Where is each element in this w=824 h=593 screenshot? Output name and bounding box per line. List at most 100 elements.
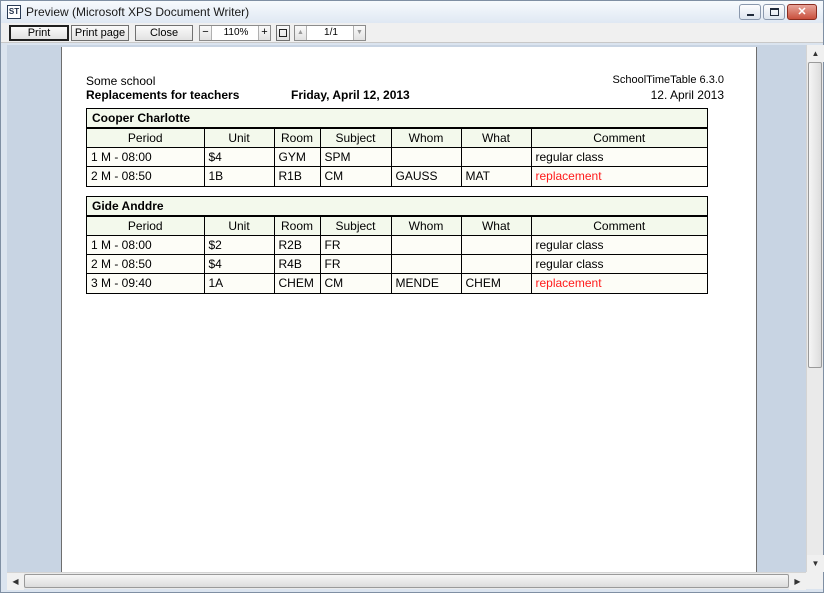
room-cell: CHEM	[273, 273, 321, 293]
teacher-block: Gide Anddre Period Unit Room Subject Who…	[86, 196, 708, 294]
column-header-whom: Whom	[390, 128, 462, 148]
subject-cell: SPM	[319, 147, 392, 167]
subject-cell: FR	[319, 254, 392, 274]
column-header-period: Period	[87, 128, 205, 148]
maximize-button[interactable]	[763, 4, 785, 20]
comment-cell: replacement	[530, 166, 707, 186]
preview-area[interactable]: Some school Replacements for teachers Fr…	[7, 45, 806, 572]
scrollbar-corner	[806, 572, 823, 589]
scroll-right-icon[interactable]: ▶	[789, 573, 806, 590]
column-header-whom: Whom	[390, 216, 462, 236]
subject-cell: FR	[319, 235, 392, 255]
zoom-value[interactable]: 110%	[213, 26, 259, 40]
subject-cell: CM	[319, 166, 392, 186]
horizontal-scroll-thumb[interactable]	[24, 574, 789, 588]
table-row: 1 M - 08:00 $4 GYM SPM regular class	[87, 147, 707, 167]
scroll-left-icon[interactable]: ◀	[7, 573, 24, 590]
column-header-room: Room	[273, 216, 321, 236]
what-cell	[460, 147, 532, 167]
preview-window: ST Preview (Microsoft XPS Document Write…	[0, 0, 824, 593]
close-icon: ✕	[797, 6, 807, 18]
unit-cell: $2	[203, 235, 275, 255]
print-date: 12. April 2013	[650, 88, 724, 102]
next-page-button[interactable]: ▼	[353, 26, 365, 40]
table-row: 2 M - 08:50 1B R1B CM GAUSS MAT replacem…	[87, 166, 707, 186]
table-header-row: Period Unit Room Subject Whom What Comme…	[87, 128, 707, 148]
room-cell: R2B	[273, 235, 321, 255]
app-icon: ST	[7, 5, 21, 19]
vertical-scroll-thumb[interactable]	[808, 62, 822, 368]
school-name: Some school	[86, 74, 156, 88]
room-cell: R4B	[273, 254, 321, 274]
unit-cell: 1A	[203, 273, 275, 293]
room-cell: GYM	[273, 147, 321, 167]
minimize-button[interactable]	[739, 4, 761, 20]
zoom-stepper[interactable]: − 110% +	[199, 25, 271, 41]
replacement-table: Period Unit Room Subject Whom What Comme…	[87, 216, 707, 293]
comment-cell: regular class	[530, 254, 707, 274]
close-button[interactable]: Close	[135, 25, 193, 41]
column-header-period: Period	[87, 216, 205, 236]
vertical-scrollbar[interactable]: ▲ ▼	[806, 45, 824, 572]
column-header-unit: Unit	[203, 128, 275, 148]
period-cell: 1 M - 08:00	[87, 147, 205, 167]
whom-cell	[390, 147, 462, 167]
teacher-name: Gide Anddre	[87, 197, 707, 216]
replacement-table: Period Unit Room Subject Whom What Comme…	[87, 128, 707, 186]
close-window-button[interactable]: ✕	[787, 4, 817, 20]
whom-cell: MENDE	[390, 273, 462, 293]
unit-cell: $4	[203, 147, 275, 167]
zoom-out-button[interactable]: −	[200, 26, 212, 40]
period-cell: 3 M - 09:40	[87, 273, 205, 293]
column-header-comment: Comment	[530, 128, 707, 148]
print-page-button[interactable]: Print page	[71, 25, 129, 41]
minimize-icon	[747, 14, 754, 16]
table-row: 2 M - 08:50 $4 R4B FR regular class	[87, 254, 707, 274]
teacher-name: Cooper Charlotte	[87, 109, 707, 128]
column-header-what: What	[460, 128, 532, 148]
column-header-what: What	[460, 216, 532, 236]
column-header-unit: Unit	[203, 216, 275, 236]
report-date: Friday, April 12, 2013	[291, 88, 410, 102]
what-cell	[460, 235, 532, 255]
report-page: Some school Replacements for teachers Fr…	[61, 47, 757, 572]
maximize-icon	[770, 8, 779, 16]
title-bar: ST Preview (Microsoft XPS Document Write…	[1, 1, 823, 23]
horizontal-scrollbar[interactable]: ◀ ▶	[7, 572, 806, 590]
report-title: Replacements for teachers	[86, 88, 240, 102]
app-version: SchoolTimeTable 6.3.0	[612, 74, 725, 86]
toolbar: Print Print page Close − 110% + ▲ 1/1 ▼	[1, 23, 823, 43]
what-cell: CHEM	[460, 273, 532, 293]
fit-page-icon	[279, 29, 287, 37]
column-header-room: Room	[273, 128, 321, 148]
fit-page-button[interactable]	[276, 25, 290, 41]
window-title: Preview (Microsoft XPS Document Writer)	[26, 5, 250, 19]
period-cell: 2 M - 08:50	[87, 254, 205, 274]
scroll-up-icon[interactable]: ▲	[807, 45, 824, 62]
teacher-block: Cooper Charlotte Period Unit Room Subjec…	[86, 108, 708, 187]
caption-buttons: ✕	[739, 4, 817, 20]
page-number[interactable]: 1/1	[308, 26, 354, 40]
room-cell: R1B	[273, 166, 321, 186]
column-header-comment: Comment	[530, 216, 707, 236]
unit-cell: 1B	[203, 166, 275, 186]
column-header-subject: Subject	[319, 128, 392, 148]
period-cell: 1 M - 08:00	[87, 235, 205, 255]
previous-page-button[interactable]: ▲	[295, 26, 307, 40]
print-button[interactable]: Print	[9, 25, 69, 41]
whom-cell	[390, 235, 462, 255]
table-row: 1 M - 08:00 $2 R2B FR regular class	[87, 235, 707, 255]
table-row: 3 M - 09:40 1A CHEM CM MENDE CHEM replac…	[87, 273, 707, 293]
comment-cell: regular class	[530, 147, 707, 167]
whom-cell	[390, 254, 462, 274]
comment-cell: regular class	[530, 235, 707, 255]
unit-cell: $4	[203, 254, 275, 274]
column-header-subject: Subject	[319, 216, 392, 236]
period-cell: 2 M - 08:50	[87, 166, 205, 186]
scroll-down-icon[interactable]: ▼	[807, 555, 824, 572]
whom-cell: GAUSS	[390, 166, 462, 186]
what-cell: MAT	[460, 166, 532, 186]
page-stepper[interactable]: ▲ 1/1 ▼	[294, 25, 366, 41]
zoom-in-button[interactable]: +	[258, 26, 270, 40]
table-header-row: Period Unit Room Subject Whom What Comme…	[87, 216, 707, 236]
